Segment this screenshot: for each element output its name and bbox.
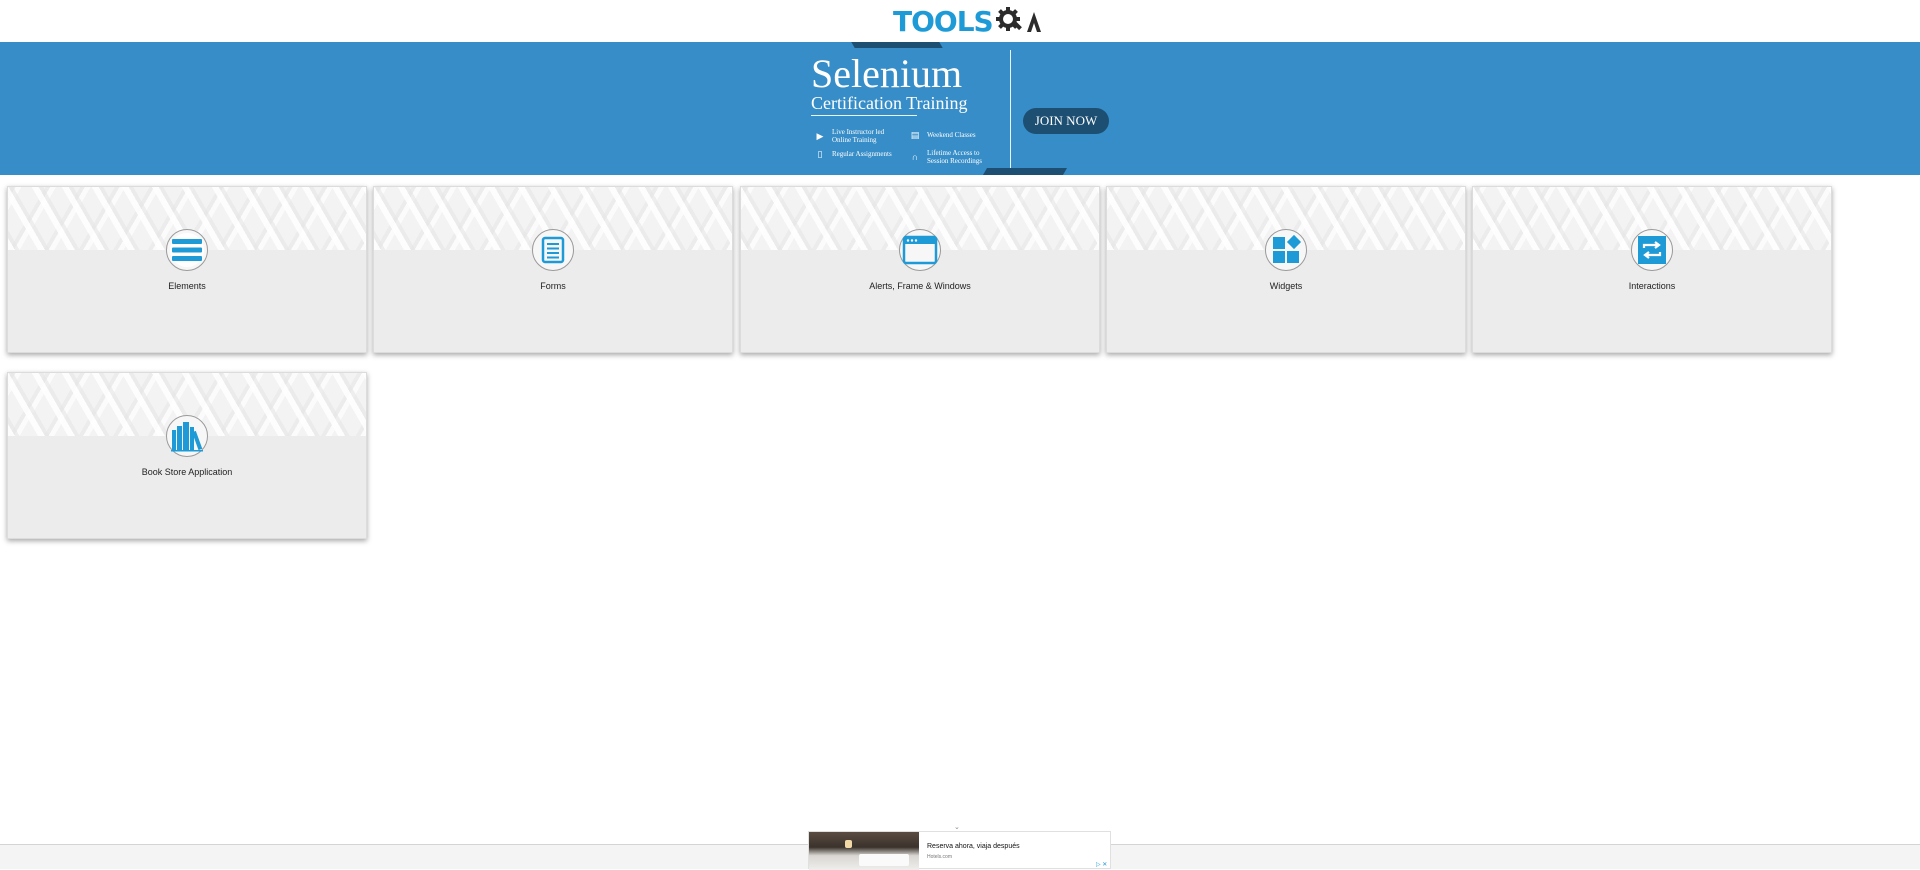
- logo-gear-q-icon: [995, 7, 1041, 32]
- document-icon: ▯: [817, 149, 823, 159]
- card-label: Alerts, Frame & Windows: [869, 281, 971, 291]
- browser-window-icon: [899, 229, 941, 271]
- banner-vertical-divider: [1010, 50, 1011, 168]
- ad-image-lamp: [845, 840, 852, 848]
- books-icon: [166, 415, 208, 457]
- card-label: Forms: [540, 281, 566, 291]
- card-label: Interactions: [1628, 281, 1676, 291]
- banner-feature-weekend-classes: ▤ Weekend Classes: [910, 130, 976, 140]
- card-widgets[interactable]: Widgets: [1106, 186, 1466, 353]
- headphones-icon: ∩: [911, 152, 919, 162]
- banner-divider-line: [811, 115, 917, 116]
- banner-accent-top: [851, 42, 943, 48]
- ad-hotel-image: [809, 832, 919, 870]
- logo-text: TOOLS: [893, 4, 994, 38]
- card-book-store-application[interactable]: Book Store Application: [7, 372, 367, 539]
- banner-subtitle: Certification Training: [811, 93, 968, 113]
- card-elements[interactable]: Elements: [7, 186, 367, 353]
- play-icon: ▶: [816, 131, 824, 141]
- card-label: Book Store Application: [141, 467, 233, 477]
- join-now-button[interactable]: JOIN NOW: [1023, 108, 1109, 134]
- calendar-icon: ▤: [910, 130, 920, 140]
- banner-feature-live-training: ▶ Live Instructor led Online Training: [816, 128, 885, 144]
- ad-title: Reserva ahora, viaja después: [927, 843, 1020, 850]
- widgets-grid-icon: [1265, 229, 1307, 271]
- banner-accent-bottom: [982, 168, 1068, 175]
- selenium-training-banner[interactable]: Selenium Certification Training ▶ Live I…: [0, 42, 1920, 175]
- card-alerts-frame-windows[interactable]: Alerts, Frame & Windows: [740, 186, 1100, 353]
- ad-source: Hotels.com: [927, 854, 953, 860]
- banner-feature-assignments: ▯ Regular Assignments: [815, 149, 894, 159]
- form-document-icon: [532, 229, 574, 271]
- card-forms[interactable]: Forms: [373, 186, 733, 353]
- banner-feature-lifetime-access: ∩ Lifetime Access to Session Recordings: [911, 149, 983, 165]
- card-interactions[interactable]: Interactions: [1472, 186, 1832, 353]
- repeat-arrows-icon: [1631, 229, 1673, 271]
- card-label: Elements: [168, 281, 206, 291]
- banner-title: Selenium: [811, 51, 963, 96]
- advertisement[interactable]: Reserva ahora, viaja después Hotels.com: [808, 831, 1111, 870]
- ad-image-bed: [859, 854, 909, 866]
- ad-collapse-chevron-icon[interactable]: ⌄: [954, 823, 960, 831]
- toolsqa-logo[interactable]: TOOLS: [893, 4, 1043, 38]
- ad-choices-badge[interactable]: ▷ ✕: [1096, 861, 1107, 868]
- menu-lines-icon: [166, 229, 208, 271]
- site-header: TOOLS: [0, 0, 1920, 42]
- card-label: Widgets: [1269, 281, 1303, 291]
